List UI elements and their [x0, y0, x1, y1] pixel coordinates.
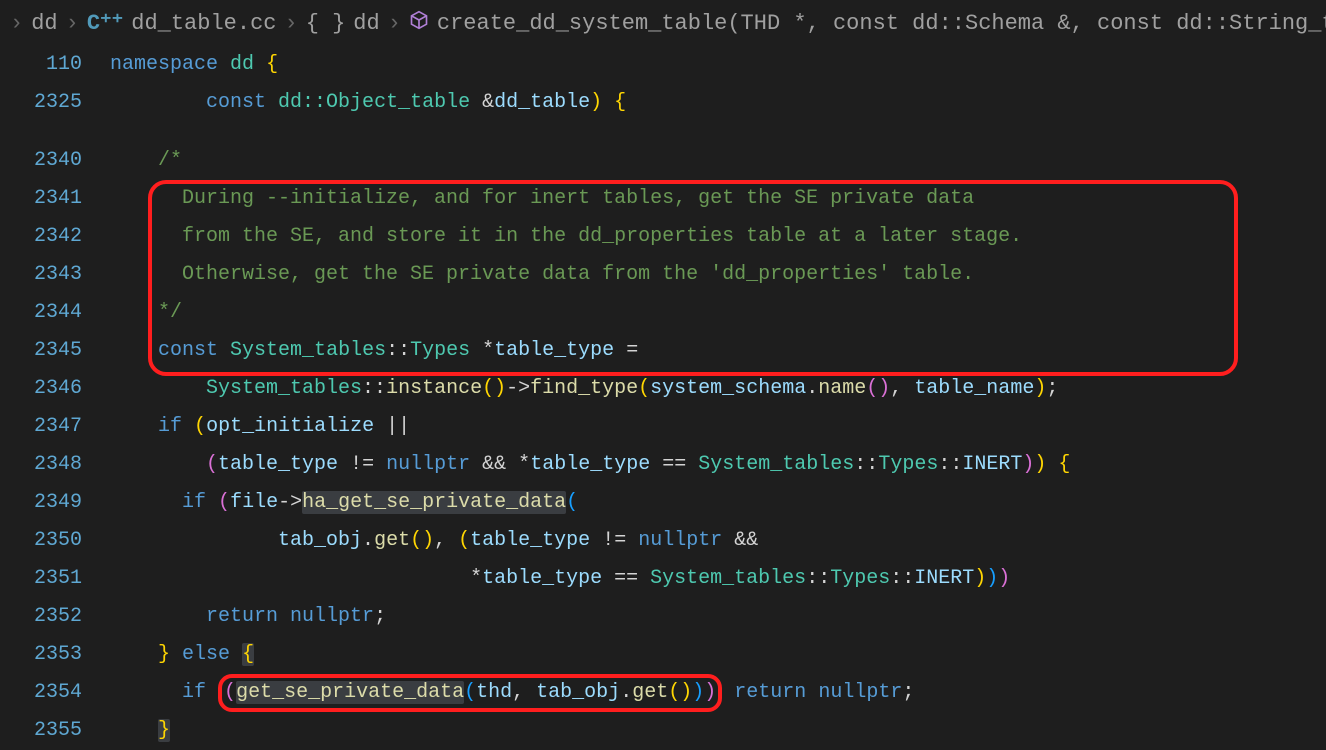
code-text: System_tables::instance()->find_type(sys… [110, 370, 1326, 408]
code-line[interactable]: 2350 tab_obj.get(), (table_type != nullp… [0, 522, 1326, 560]
chevron-right-icon: › [10, 11, 23, 36]
code-text: if (get_se_private_data(thd, tab_obj.get… [110, 674, 1326, 712]
line-number: 2350 [0, 522, 110, 560]
chevron-right-icon: › [284, 11, 297, 36]
code-line[interactable]: 2345 const System_tables::Types *table_t… [0, 332, 1326, 370]
sticky-line-110[interactable]: 110 namespace dd { [0, 46, 1326, 84]
code-text: return nullptr; [110, 598, 1326, 636]
annotation-call-highlight: (get_se_private_data(thd, tab_obj.get())… [218, 674, 722, 712]
chevron-right-icon: › [66, 11, 79, 36]
line-number: 2353 [0, 636, 110, 674]
code-line[interactable]: 2340 /* [0, 142, 1326, 180]
code-line[interactable]: 2342 from the SE, and store it in the dd… [0, 218, 1326, 256]
line-number: 2346 [0, 370, 110, 408]
code-text: (table_type != nullptr && *table_type ==… [110, 446, 1326, 484]
line-number: 2341 [0, 180, 110, 218]
namespace-icon: { } [306, 11, 346, 36]
line-number: 2345 [0, 332, 110, 370]
code-editor[interactable]: 110 namespace dd { 2325 const dd::Object… [0, 46, 1326, 750]
code-text: if (opt_initialize || [110, 408, 1326, 446]
breadcrumb-folder[interactable]: dd [31, 11, 57, 36]
code-line[interactable]: 2354 if (get_se_private_data(thd, tab_ob… [0, 674, 1326, 712]
code-text: const dd::Object_table &dd_table) { [110, 84, 1326, 122]
code-line[interactable]: 2344 */ [0, 294, 1326, 332]
line-number: 2349 [0, 484, 110, 522]
sticky-line-2325[interactable]: 2325 const dd::Object_table &dd_table) { [0, 84, 1326, 122]
function-icon [409, 10, 429, 37]
line-number: 2343 [0, 256, 110, 294]
code-text: if (file->ha_get_se_private_data( [110, 484, 1326, 522]
cpp-file-icon: C⁺⁺ [87, 10, 123, 36]
code-text: from the SE, and store it in the dd_prop… [110, 218, 1326, 256]
line-number: 2347 [0, 408, 110, 446]
code-text: tab_obj.get(), (table_type != nullptr && [110, 522, 1326, 560]
line-number: 2352 [0, 598, 110, 636]
breadcrumb-file[interactable]: dd_table.cc [131, 11, 276, 36]
code-line[interactable]: 2352 return nullptr; [0, 598, 1326, 636]
code-text: *table_type == System_tables::Types::INE… [110, 560, 1326, 598]
code-text: } else { [110, 636, 1326, 674]
code-line[interactable]: 2355 } [0, 712, 1326, 750]
chevron-right-icon: › [388, 11, 401, 36]
line-number: 110 [0, 46, 110, 84]
code-text: } [110, 712, 1326, 750]
breadcrumb-function[interactable]: create_dd_system_table(THD *, const dd::… [437, 11, 1326, 36]
code-line[interactable]: 2351 *table_type == System_tables::Types… [0, 560, 1326, 598]
code-text: During --initialize, and for inert table… [110, 180, 1326, 218]
line-number: 2354 [0, 674, 110, 712]
code-text: /* [110, 142, 1326, 180]
line-number: 2348 [0, 446, 110, 484]
line-number: 2325 [0, 84, 110, 122]
code-line[interactable]: 2347 if (opt_initialize || [0, 408, 1326, 446]
line-number: 2344 [0, 294, 110, 332]
code-text: const System_tables::Types *table_type = [110, 332, 1326, 370]
code-line[interactable]: 2348 (table_type != nullptr && *table_ty… [0, 446, 1326, 484]
line-number: 2351 [0, 560, 110, 598]
code-text: */ [110, 294, 1326, 332]
code-text: namespace dd { [110, 46, 1326, 84]
line-number: 2340 [0, 142, 110, 180]
code-line[interactable]: 2349 if (file->ha_get_se_private_data( [0, 484, 1326, 522]
code-text: Otherwise, get the SE private data from … [110, 256, 1326, 294]
line-number: 2355 [0, 712, 110, 750]
breadcrumb-namespace[interactable]: dd [353, 11, 379, 36]
code-line[interactable]: 2346 System_tables::instance()->find_typ… [0, 370, 1326, 408]
breadcrumb[interactable]: › dd › C⁺⁺ dd_table.cc › { } dd › create… [0, 0, 1326, 46]
code-line[interactable]: 2343 Otherwise, get the SE private data … [0, 256, 1326, 294]
line-number: 2342 [0, 218, 110, 256]
code-line[interactable]: 2341 During --initialize, and for inert … [0, 180, 1326, 218]
code-line[interactable]: 2353 } else { [0, 636, 1326, 674]
